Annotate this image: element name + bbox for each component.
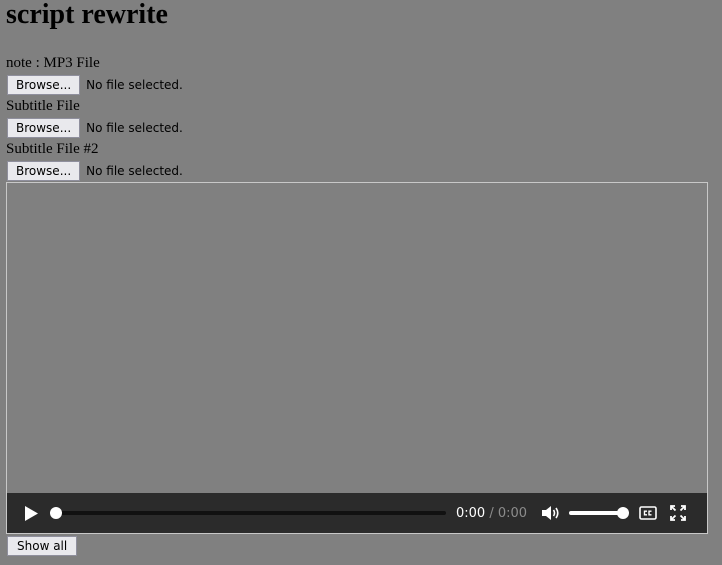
video-controls: 0:00 / 0:00 xyxy=(7,493,707,533)
subtitle-file-label: Subtitle File xyxy=(6,98,80,114)
subtitle-2-browse-button[interactable]: Browse... xyxy=(7,161,81,181)
subtitle-file-input[interactable]: Browse... No file selected. xyxy=(7,118,183,138)
mp3-file-status: No file selected. xyxy=(86,78,183,92)
video-player[interactable]: 0:00 / 0:00 xyxy=(6,182,708,534)
duration: 0:00 xyxy=(497,505,528,521)
mp3-file-input[interactable]: Browse... No file selected. xyxy=(7,75,183,95)
seek-thumb[interactable] xyxy=(50,507,62,519)
fullscreen-icon[interactable] xyxy=(670,505,686,521)
show-all-button[interactable]: Show all xyxy=(7,536,78,556)
volume-thumb[interactable] xyxy=(617,507,630,519)
current-time: 0:00 xyxy=(456,505,486,521)
page-title: script rewrite xyxy=(6,0,168,30)
subtitle-file-status: No file selected. xyxy=(86,121,183,135)
seek-slider[interactable] xyxy=(50,507,446,519)
subtitle-file-2-status: No file selected. xyxy=(86,164,183,178)
volume-icon[interactable] xyxy=(541,505,561,521)
subtitle-file-2-label: Subtitle File #2 xyxy=(6,141,99,157)
closed-captions-icon[interactable] xyxy=(639,506,657,520)
volume-slider[interactable] xyxy=(569,507,630,519)
subtitle-browse-button[interactable]: Browse... xyxy=(7,118,81,138)
play-icon[interactable] xyxy=(23,505,39,521)
mp3-browse-button[interactable]: Browse... xyxy=(7,75,81,95)
subtitle-file-2-input[interactable]: Browse... No file selected. xyxy=(7,161,183,181)
mp3-file-label: note : MP3 File xyxy=(6,55,100,71)
time-separator: / xyxy=(489,505,494,521)
time-display: 0:00 / 0:00 xyxy=(456,506,527,521)
